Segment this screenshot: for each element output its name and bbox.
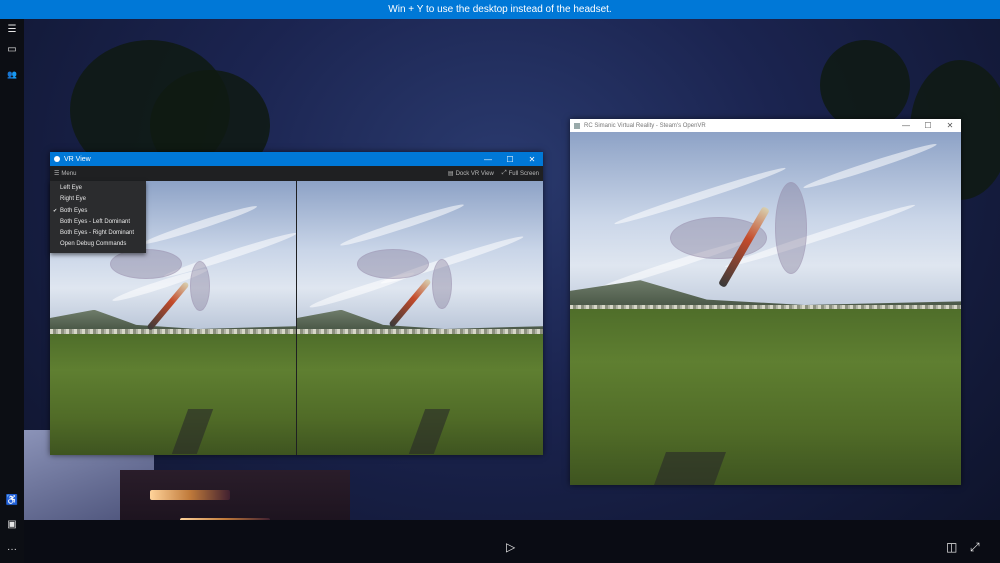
vr-view-title: VR View [64, 155, 91, 163]
full-screen-icon: ⤢ [501, 170, 507, 176]
dock-icon: ▤ [447, 171, 454, 177]
right-eye-view [297, 181, 543, 455]
vr-view-titlebar[interactable]: VR View — ☐ ✕ [50, 152, 543, 166]
more-icon[interactable]: ··· [0, 539, 24, 559]
hamburger-menu-icon[interactable]: ☰ [0, 19, 24, 39]
game-app-icon [574, 122, 580, 129]
vr-view-menu: Left Eye Right Eye ✔ Both Eyes Both Eyes… [50, 181, 146, 253]
menu-item-left-eye[interactable]: Left Eye [50, 183, 146, 194]
checkmark-icon: ✔ [53, 207, 58, 214]
full-screen-label: Full Screen [508, 170, 539, 177]
menu-item-both-eyes-left-dominant[interactable]: Both Eyes - Left Dominant [50, 217, 146, 228]
headset-icon[interactable]: ▭ [0, 39, 24, 59]
close-button[interactable]: ✕ [521, 155, 543, 164]
snap-view-icon[interactable]: ◫ [946, 540, 957, 554]
maximize-button[interactable]: ☐ [917, 121, 939, 130]
hamburger-icon: ☰ [54, 171, 60, 177]
screenshot-icon[interactable]: ▣ [0, 514, 24, 534]
menu-item-both-eyes-right-dominant[interactable]: Both Eyes - Right Dominant [50, 228, 146, 239]
menu-item-both-eyes[interactable]: ✔ Both Eyes [50, 206, 146, 217]
game-window-title: RC Simanic Virtual Reality - Steam's Ope… [584, 122, 706, 129]
full-screen-button[interactable]: ⤢ Full Screen [498, 170, 543, 177]
menu-button-label: Menu [61, 170, 77, 177]
menu-button[interactable]: ☰ Menu [50, 170, 80, 178]
minimize-button[interactable]: — [477, 155, 499, 164]
menu-item-right-eye[interactable]: Right Eye [50, 194, 146, 205]
play-icon[interactable]: ▷ [506, 540, 515, 554]
close-button[interactable]: ✕ [939, 121, 961, 130]
dock-vr-view-label: Dock VR View [455, 170, 494, 177]
vr-view-window[interactable]: VR View — ☐ ✕ ☰ Menu ▤ Dock VR View ⤢ Fu… [50, 152, 543, 455]
game-window-titlebar[interactable]: RC Simanic Virtual Reality - Steam's Ope… [570, 119, 961, 132]
accessibility-icon[interactable]: ♿ [0, 490, 24, 510]
dock-vr-view-button[interactable]: ▤ Dock VR View [444, 170, 498, 178]
vr-app-icon [54, 156, 60, 162]
banner-text: Win + Y to use the desktop instead of th… [388, 4, 612, 15]
headset-hint-banner: Win + Y to use the desktop instead of th… [0, 0, 1000, 19]
maximize-button[interactable]: ☐ [499, 155, 521, 164]
left-rail: ☰ ▭ 👥 ♿ ▣ ··· [0, 19, 24, 563]
minimize-button[interactable]: — [895, 121, 917, 130]
people-icon[interactable]: 👥 [0, 64, 24, 84]
game-viewport[interactable] [570, 132, 961, 485]
vr-view-toolbar: ☰ Menu ▤ Dock VR View ⤢ Full Screen [50, 166, 543, 181]
expand-icon[interactable]: ⤢ [970, 540, 980, 555]
menu-item-open-debug-commands[interactable]: Open Debug Commands [50, 239, 146, 250]
game-window[interactable]: RC Simanic Virtual Reality - Steam's Ope… [570, 119, 961, 485]
